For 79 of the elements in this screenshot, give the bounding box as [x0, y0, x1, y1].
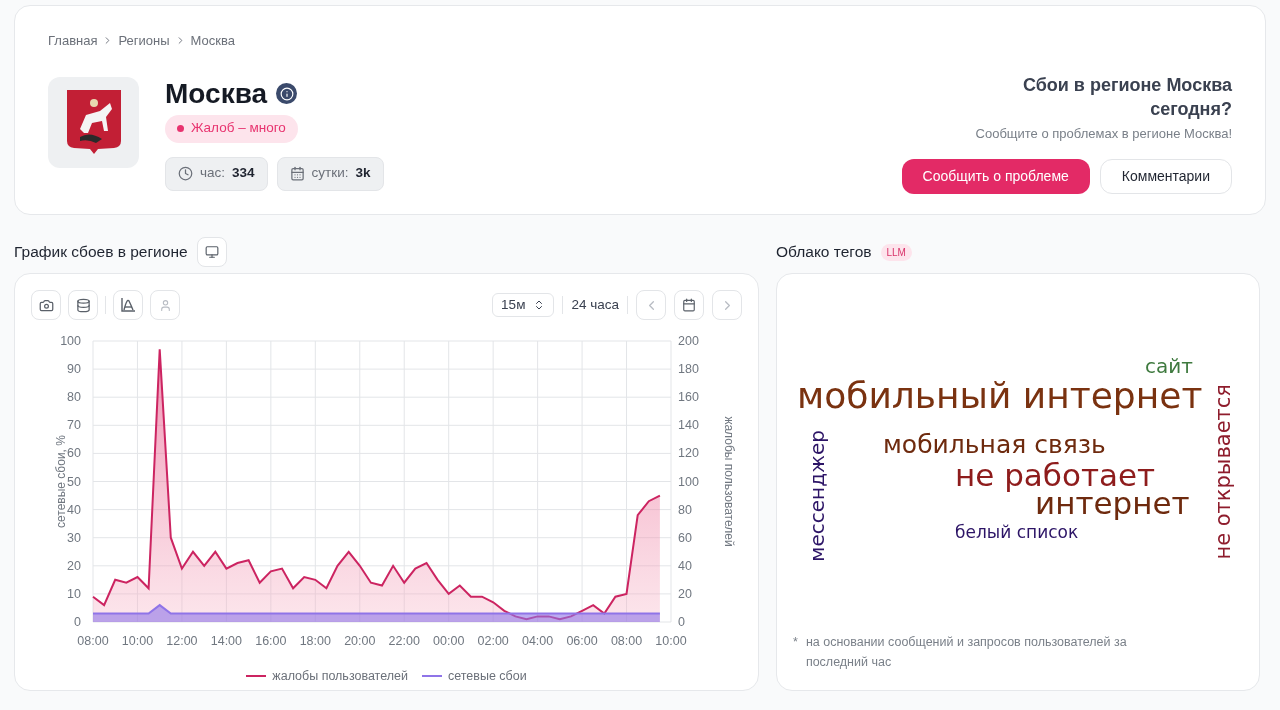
axis-tick-label: 20:00	[344, 634, 376, 648]
breadcrumb-link[interactable]: Москва	[190, 31, 235, 51]
axis-tick-label: 22:00	[388, 634, 420, 648]
axis-tick-label: 140	[678, 418, 699, 433]
axis-title: жалобы пользователей	[722, 416, 736, 547]
tag-word: не работает	[955, 460, 1156, 491]
breadcrumb-link[interactable]: Главная	[48, 31, 98, 51]
axis-tick-label: 02:00	[477, 634, 509, 648]
axis-tick-label: 16:00	[255, 634, 287, 648]
legend-swatch	[421, 675, 442, 678]
axis-tick-label: 10	[67, 586, 81, 601]
axis-tick-label: 70	[67, 418, 81, 433]
stat-value: 334	[232, 164, 255, 183]
legend-swatch	[246, 675, 267, 678]
axis-tick-label: 80	[67, 390, 81, 405]
status-badge: Жалоб – много	[165, 114, 298, 143]
section-title: График сбоев в регионе	[14, 242, 188, 263]
axis-tick-label: 60	[67, 446, 81, 461]
axis-tick-label: 12:00	[166, 634, 198, 648]
monitor-icon[interactable]	[196, 237, 227, 267]
axis-tick-label: 90	[67, 362, 81, 377]
footnote-mark: *	[793, 634, 798, 651]
breadcrumb-link[interactable]: Регионы	[118, 31, 170, 51]
info-icon[interactable]	[276, 83, 298, 104]
calendar-icon	[289, 166, 305, 181]
axis-tick-label: 10:00	[655, 634, 687, 648]
tag-word: сайт	[1145, 356, 1193, 376]
range-label: 24 часа	[571, 295, 619, 314]
axis-tick-label: 10:00	[121, 634, 154, 648]
tag-word: мобильная связь	[883, 432, 1106, 457]
axis-tick-label: 60	[678, 530, 692, 545]
report-button[interactable]: Сообщить о проблеме	[901, 158, 1090, 194]
report-subtitle: Сообщите о проблемах в регионе Москва!	[975, 125, 1232, 143]
axis-tick-label: 08:00	[610, 634, 643, 648]
section-title: Облако тегов	[776, 242, 872, 263]
tag-word: белый список	[955, 524, 1079, 541]
axis-tick-label: 80	[678, 502, 692, 517]
axis-tick-label: 18:00	[299, 634, 331, 648]
area-chart-icon[interactable]	[113, 290, 143, 320]
coat-of-arms-icon	[48, 76, 139, 168]
report-heading: Сбои в регионе Москва сегодня?	[1021, 74, 1232, 121]
axis-tick-label: 200	[678, 334, 699, 348]
axis-tick-label: 20	[67, 558, 81, 573]
axis-tick-label: 100	[60, 334, 81, 348]
axis-tick-label: 0	[678, 615, 685, 629]
axis-tick-label: 120	[678, 446, 699, 461]
tag-word: не открывается	[1213, 384, 1234, 560]
axis-tick-label: 14:00	[210, 634, 243, 648]
axis-tick-label: 40	[67, 502, 81, 517]
calendar-icon[interactable]	[674, 290, 704, 320]
camera-icon[interactable]	[31, 290, 61, 320]
axis-tick-label: 00:00	[433, 634, 465, 648]
database-icon[interactable]	[68, 290, 98, 320]
axis-tick-label: 50	[67, 474, 81, 489]
axis-tick-label: 08:00	[77, 634, 109, 648]
axis-tick-label: 0	[74, 615, 81, 629]
tag-word: интернет	[1035, 488, 1190, 519]
legend-label[interactable]: сетевые сбои	[447, 667, 527, 686]
legend-label[interactable]: жалобы пользователей	[272, 667, 408, 686]
interval-select[interactable]: 15м	[492, 293, 555, 317]
region-title: Москва	[165, 76, 268, 111]
axis-tick-label: 180	[678, 362, 699, 377]
stat-label: час:	[200, 164, 226, 183]
footnote-text: на основании сообщений и запросов пользователей за последний час	[805, 634, 1128, 671]
axis-tick-label: 160	[678, 390, 699, 405]
comments-button[interactable]: Комментарии	[1099, 158, 1232, 194]
axis-title: сетевые сбои, %	[54, 435, 68, 528]
axis-tick-label: 40	[678, 558, 692, 573]
tag-word: мессенджер	[807, 430, 827, 562]
stat-value: 3k	[355, 164, 371, 183]
tag-word: мобильный интернет	[797, 378, 1203, 414]
llm-badge: LLM	[880, 243, 912, 261]
axis-tick-label: 04:00	[521, 634, 554, 648]
axis-tick-label: 06:00	[566, 634, 598, 648]
axis-tick-label: 30	[67, 530, 81, 545]
clock-icon	[178, 166, 193, 181]
stat-label: сутки:	[311, 164, 349, 183]
axis-tick-label: 20	[678, 586, 692, 601]
axis-tick-label: 100	[678, 474, 699, 489]
